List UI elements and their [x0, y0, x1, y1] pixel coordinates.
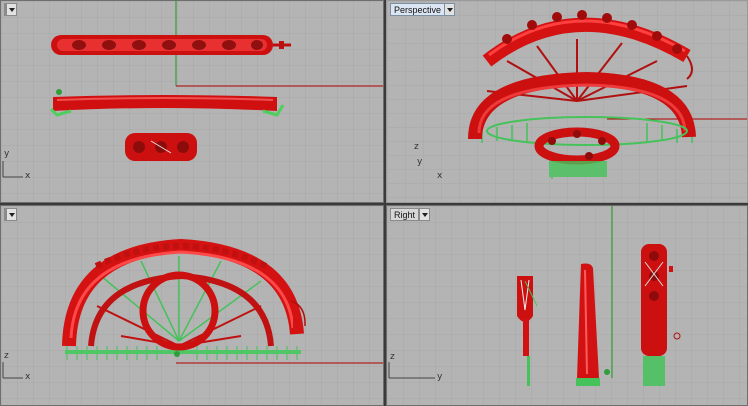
axis-label-y: y — [4, 149, 10, 159]
axis-indicator-icon — [2, 362, 23, 379]
viewport-right-label: Right — [390, 208, 420, 221]
viewport-right[interactable]: Right z y — [386, 205, 748, 406]
viewport-menu-icon[interactable] — [419, 208, 431, 221]
axis-label-z: z — [414, 142, 419, 152]
axis-label-y: y — [417, 157, 423, 167]
viewport-menu-icon[interactable] — [6, 3, 17, 16]
axis-label-x: x — [437, 171, 443, 181]
viewport-perspective-label: Perspective — [390, 3, 446, 16]
viewport-title-front[interactable] — [4, 208, 17, 221]
axis-indicator-icon — [2, 161, 23, 178]
viewport-menu-icon[interactable] — [6, 208, 17, 221]
viewport-grid: y x Perspective z y x z x Right z y — [0, 0, 748, 406]
viewport-title-right[interactable]: Right — [390, 208, 431, 221]
viewport-top-scene — [1, 1, 383, 202]
axis-label-z: z — [390, 352, 395, 362]
viewport-perspective[interactable]: Perspective z y x — [386, 0, 748, 203]
viewport-title-perspective[interactable]: Perspective — [390, 3, 456, 16]
viewport-front-scene — [1, 206, 383, 405]
viewport-top[interactable]: y x — [0, 0, 384, 203]
viewport-menu-icon[interactable] — [445, 3, 456, 16]
viewport-title-top[interactable] — [4, 3, 17, 16]
axis-indicator-icon — [388, 362, 435, 379]
viewport-front[interactable]: z x — [0, 205, 384, 406]
axis-label-z: z — [4, 351, 9, 361]
